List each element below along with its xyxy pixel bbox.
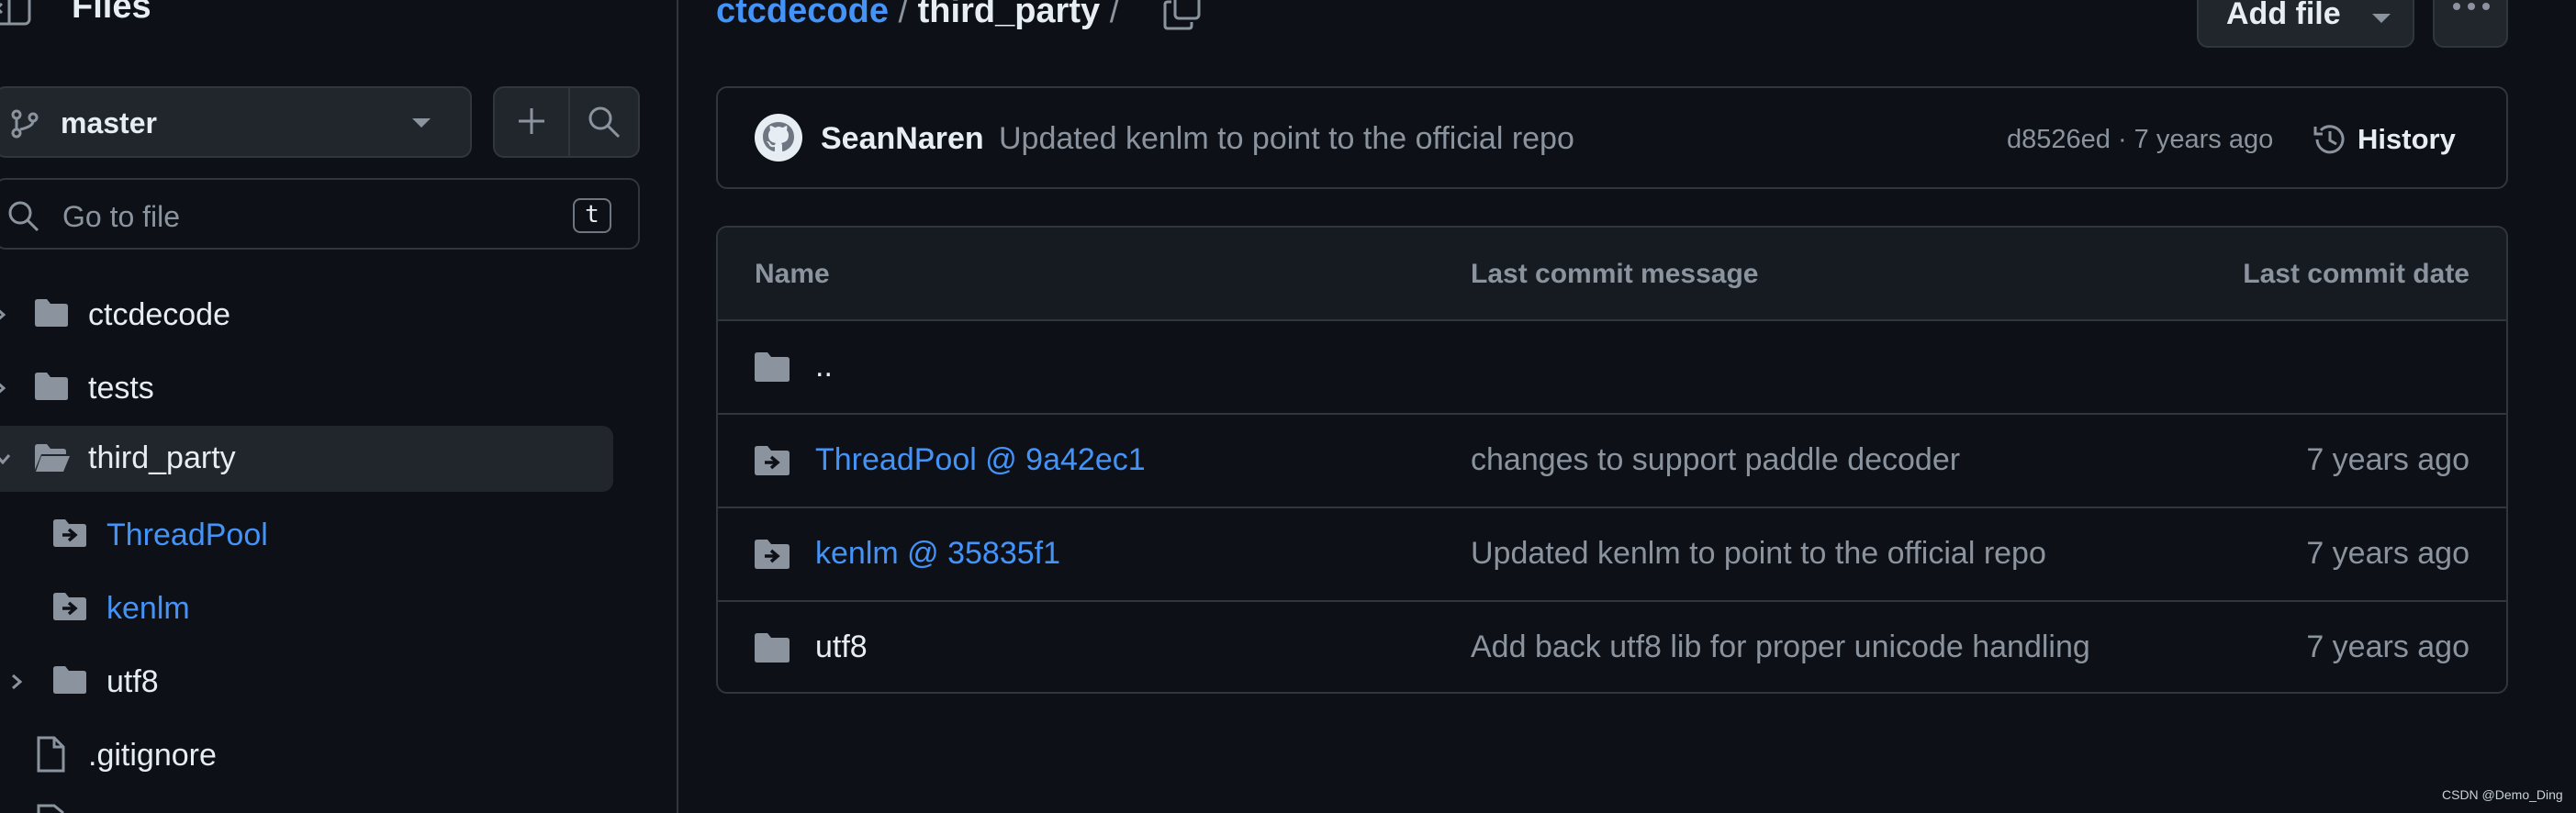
tree-item-label: ctcdecode: [88, 297, 230, 332]
chevron-right-icon[interactable]: [11, 674, 22, 690]
more-options-button[interactable]: [2433, 0, 2508, 48]
add-file-label: Add file: [2226, 0, 2341, 31]
tree-item-label: tests: [88, 371, 154, 406]
commit-date: 7 years ago: [2306, 536, 2470, 571]
collapse-sidebar-icon[interactable]: [0, 0, 33, 28]
file-icon: [35, 736, 66, 773]
commit-date: 7 years ago: [2306, 442, 2470, 477]
chevron-right-icon[interactable]: [0, 380, 6, 396]
commit-hash-and-age[interactable]: d8526ed · 7 years ago: [2007, 125, 2273, 155]
breadcrumb-current: third_party: [917, 0, 1101, 30]
go-to-file-input[interactable]: Go to file t: [0, 178, 640, 250]
sidebar-divider[interactable]: [677, 0, 678, 813]
branch-name: master: [61, 106, 157, 139]
table-header: Name Last commit message Last commit dat…: [718, 228, 2506, 321]
commit-message[interactable]: Updated kenlm to point to the official r…: [999, 121, 1574, 157]
submodule-folder-icon: [753, 444, 791, 477]
add-file-button[interactable]: Add file: [2197, 0, 2414, 48]
file-name-link[interactable]: ThreadPool @ 9a42ec1: [815, 442, 1146, 478]
chevron-down-icon: [411, 117, 431, 128]
parent-directory-link[interactable]: ..: [815, 349, 833, 384]
file-name-link[interactable]: utf8: [815, 629, 868, 665]
git-branch-icon: [9, 108, 40, 139]
kebab-horizontal-icon: [2451, 2, 2492, 11]
file-table: Name Last commit message Last commit dat…: [716, 226, 2508, 694]
folder-open-icon: [33, 442, 72, 473]
tree-item-label: .gitignore: [88, 738, 217, 773]
folder-icon: [753, 351, 791, 384]
submodule-folder-icon: [51, 591, 88, 622]
commit-date: 7 years ago: [2306, 629, 2470, 664]
breadcrumb-repo-link[interactable]: ctcdecode: [716, 0, 889, 30]
branch-selector[interactable]: master: [0, 86, 472, 158]
history-link[interactable]: History: [2358, 123, 2456, 156]
table-row[interactable]: ThreadPool @ 9a42ec1 changes to support …: [718, 415, 2506, 508]
table-row[interactable]: utf8 Add back utf8 lib for proper unicod…: [718, 602, 2506, 692]
folder-icon: [33, 371, 70, 402]
file-tree-sidebar: Files master Go to file t ctcdecode test…: [0, 0, 678, 813]
tree-item-gitignore[interactable]: .gitignore: [0, 723, 613, 789]
column-header-message: Last commit message: [1471, 259, 1759, 289]
tree-item-third-party[interactable]: third_party: [0, 426, 613, 492]
chevron-down-icon[interactable]: [0, 453, 11, 464]
submodule-folder-icon: [753, 538, 791, 571]
avatar[interactable]: [755, 114, 802, 161]
table-row[interactable]: kenlm @ 35835f1 Updated kenlm to point t…: [718, 508, 2506, 602]
folder-icon: [51, 664, 88, 696]
search-icon[interactable]: [587, 105, 622, 139]
column-header-date: Last commit date: [2243, 259, 2470, 289]
submodule-folder-icon: [51, 518, 88, 549]
sidebar-actions: [493, 86, 640, 158]
breadcrumb: ctcdecode / third_party /: [716, 0, 1119, 33]
table-row-parent[interactable]: ..: [718, 321, 2506, 415]
latest-commit-bar: SeanNaren Updated kenlm to point to the …: [716, 86, 2508, 189]
file-name-link[interactable]: kenlm @ 35835f1: [815, 536, 1060, 572]
history-icon: [2312, 121, 2348, 158]
tree-item-ctcdecode[interactable]: ctcdecode: [0, 283, 613, 349]
tree-item-label: ThreadPool: [106, 518, 268, 552]
breadcrumb-separator: /: [898, 0, 909, 30]
tree-item-threadpool[interactable]: ThreadPool: [0, 503, 613, 569]
tree-item-tests[interactable]: tests: [0, 356, 613, 422]
watermark-text: CSDN @Demo_Ding: [2442, 787, 2563, 802]
folder-icon: [33, 297, 70, 329]
add-file-plus-icon[interactable]: [515, 105, 548, 138]
sidebar-title: Files: [72, 0, 151, 26]
tree-item-label: third_party: [88, 440, 236, 475]
chevron-down-icon: [2371, 13, 2391, 24]
folder-icon: [753, 631, 791, 664]
divider: [568, 88, 570, 156]
breadcrumb-separator: /: [1109, 0, 1120, 30]
file-icon: [35, 804, 66, 813]
search-icon: [7, 200, 40, 233]
tree-item-utf8[interactable]: utf8: [0, 650, 613, 716]
tree-item-label: kenlm: [106, 591, 190, 626]
tree-item-label: utf8: [106, 664, 159, 699]
commit-message-link[interactable]: Add back utf8 lib for proper unicode han…: [1471, 629, 2090, 665]
copy-path-icon[interactable]: [1162, 0, 1203, 31]
keyboard-shortcut-hint: t: [573, 198, 611, 233]
tree-item-kenlm[interactable]: kenlm: [0, 576, 613, 642]
commit-author[interactable]: SeanNaren: [821, 121, 984, 157]
commit-message-link[interactable]: changes to support paddle decoder: [1471, 442, 1960, 478]
chevron-right-icon[interactable]: [0, 306, 6, 323]
column-header-name: Name: [755, 259, 830, 289]
commit-message-link[interactable]: Updated kenlm to point to the official r…: [1471, 536, 2046, 572]
go-to-file-placeholder: Go to file: [62, 200, 181, 233]
